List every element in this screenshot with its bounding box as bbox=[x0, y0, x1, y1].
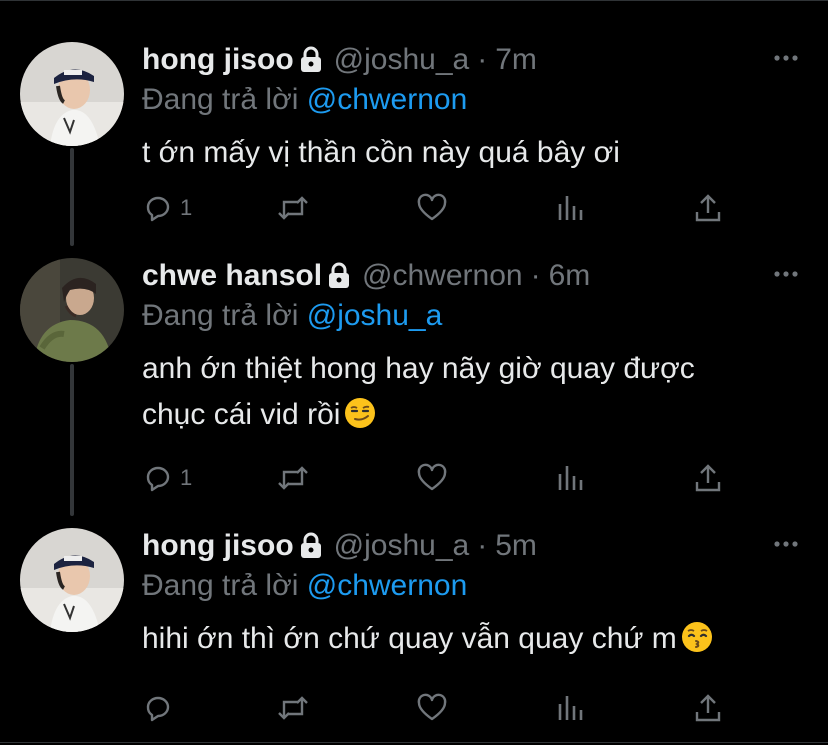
like-icon bbox=[417, 463, 447, 491]
tweet-header: chwe hansol @chwernon · 6m bbox=[142, 258, 590, 294]
avatar[interactable] bbox=[20, 258, 124, 362]
reply-button[interactable]: 1 bbox=[142, 192, 192, 224]
reply-icon bbox=[146, 196, 170, 222]
tweet-text-line: t ớn mấy vị thần cồn này quá bây ơi bbox=[142, 136, 620, 169]
lock-icon bbox=[300, 532, 321, 558]
analytics-button[interactable] bbox=[554, 192, 586, 224]
analytics-icon bbox=[558, 196, 583, 220]
display-name[interactable]: hong jisoo bbox=[142, 528, 294, 564]
more-icon[interactable] bbox=[772, 48, 800, 68]
user-handle[interactable]: @joshu_a bbox=[334, 42, 470, 78]
share-button[interactable] bbox=[692, 192, 724, 224]
tweet-text-line: hihi ớn thì ớn chứ quay vẫn quay chứ m bbox=[142, 622, 677, 655]
more-icon[interactable] bbox=[772, 264, 800, 284]
like-button[interactable] bbox=[416, 192, 448, 224]
timestamp[interactable]: 6m bbox=[549, 258, 591, 294]
reply-prefix: Đang trả lời bbox=[142, 299, 299, 332]
analytics-icon bbox=[558, 696, 583, 720]
kissing-face-emoji bbox=[681, 622, 712, 652]
tweet-actions: 1 bbox=[142, 192, 742, 224]
analytics-button[interactable] bbox=[554, 462, 586, 494]
reply-button[interactable] bbox=[142, 692, 180, 724]
retweet-button[interactable] bbox=[276, 192, 310, 224]
tweet-text: hihi ớn thì ớn chứ quay vẫn quay chứ m bbox=[142, 616, 792, 662]
reply-mention-link[interactable]: @chwernon bbox=[307, 83, 468, 116]
share-icon bbox=[695, 464, 721, 492]
reply-mention-link[interactable]: @chwernon bbox=[307, 569, 468, 602]
separator-dot: · bbox=[477, 43, 488, 76]
retweet-button[interactable] bbox=[276, 692, 310, 724]
retweet-button[interactable] bbox=[276, 462, 310, 494]
replying-to: Đang trả lời @chwernon bbox=[142, 82, 467, 118]
reply-count: 1 bbox=[180, 465, 193, 490]
tweet[interactable]: hong jisoo @joshu_a · 7m Đang trả lời @c… bbox=[0, 42, 828, 232]
tweet[interactable]: hong jisoo @joshu_a · 5m Đang trả lời @c… bbox=[0, 528, 828, 728]
share-icon bbox=[695, 694, 721, 722]
reply-prefix: Đang trả lời bbox=[142, 83, 299, 116]
replying-to: Đang trả lời @chwernon bbox=[142, 568, 467, 604]
display-name[interactable]: hong jisoo bbox=[142, 42, 294, 78]
tweet-text: t ớn mấy vị thần cồn này quá bây ơi bbox=[142, 130, 792, 176]
retweet-icon bbox=[278, 466, 308, 490]
avatar[interactable] bbox=[20, 528, 124, 632]
tweet-text: anh ớn thiệt hong hay nãy giờ quay được … bbox=[142, 346, 792, 438]
share-icon bbox=[695, 194, 721, 222]
reply-count: 1 bbox=[180, 195, 193, 220]
avatar[interactable] bbox=[20, 42, 124, 146]
user-handle[interactable]: @chwernon bbox=[362, 258, 523, 294]
display-name[interactable]: chwe hansol bbox=[142, 258, 322, 294]
tweet-text-line: chục cái vid rồi bbox=[142, 398, 341, 431]
share-button[interactable] bbox=[692, 462, 724, 494]
like-icon bbox=[417, 693, 447, 721]
like-button[interactable] bbox=[416, 692, 448, 724]
like-button[interactable] bbox=[416, 462, 448, 494]
tweet-actions bbox=[142, 692, 742, 724]
lock-icon bbox=[329, 262, 350, 288]
reply-prefix: Đang trả lời bbox=[142, 569, 299, 602]
separator-dot: · bbox=[477, 529, 488, 562]
tweet-text-line: anh ớn thiệt hong hay nãy giờ quay được bbox=[142, 352, 695, 385]
analytics-icon bbox=[558, 466, 583, 490]
tweet[interactable]: chwe hansol @chwernon · 6m Đang trả lời … bbox=[0, 258, 828, 508]
separator-dot: · bbox=[530, 259, 541, 292]
reply-icon bbox=[146, 696, 170, 722]
user-handle[interactable]: @joshu_a bbox=[334, 528, 470, 564]
replying-to: Đang trả lời @joshu_a bbox=[142, 298, 442, 334]
like-icon bbox=[417, 193, 447, 221]
reply-button[interactable]: 1 bbox=[142, 462, 192, 494]
share-button[interactable] bbox=[692, 692, 724, 724]
reply-mention-link[interactable]: @joshu_a bbox=[307, 299, 443, 332]
avatar-photo bbox=[20, 528, 124, 632]
tweet-header: hong jisoo @joshu_a · 7m bbox=[142, 42, 537, 78]
top-divider bbox=[0, 0, 828, 1]
reply-icon bbox=[146, 466, 170, 492]
tweet-header: hong jisoo @joshu_a · 5m bbox=[142, 528, 537, 564]
timestamp[interactable]: 5m bbox=[495, 528, 537, 564]
analytics-button[interactable] bbox=[554, 692, 586, 724]
retweet-icon bbox=[278, 196, 308, 220]
avatar-photo bbox=[20, 42, 124, 146]
tweet-actions: 1 bbox=[142, 462, 742, 494]
timestamp[interactable]: 7m bbox=[495, 42, 537, 78]
more-icon[interactable] bbox=[772, 534, 800, 554]
smirking-face-emoji bbox=[345, 398, 376, 428]
bottom-divider bbox=[0, 742, 828, 743]
tweet-text-line-wrap: chục cái vid rồi bbox=[142, 392, 792, 438]
retweet-icon bbox=[278, 696, 308, 720]
lock-icon bbox=[300, 46, 321, 72]
avatar-photo bbox=[20, 258, 124, 362]
